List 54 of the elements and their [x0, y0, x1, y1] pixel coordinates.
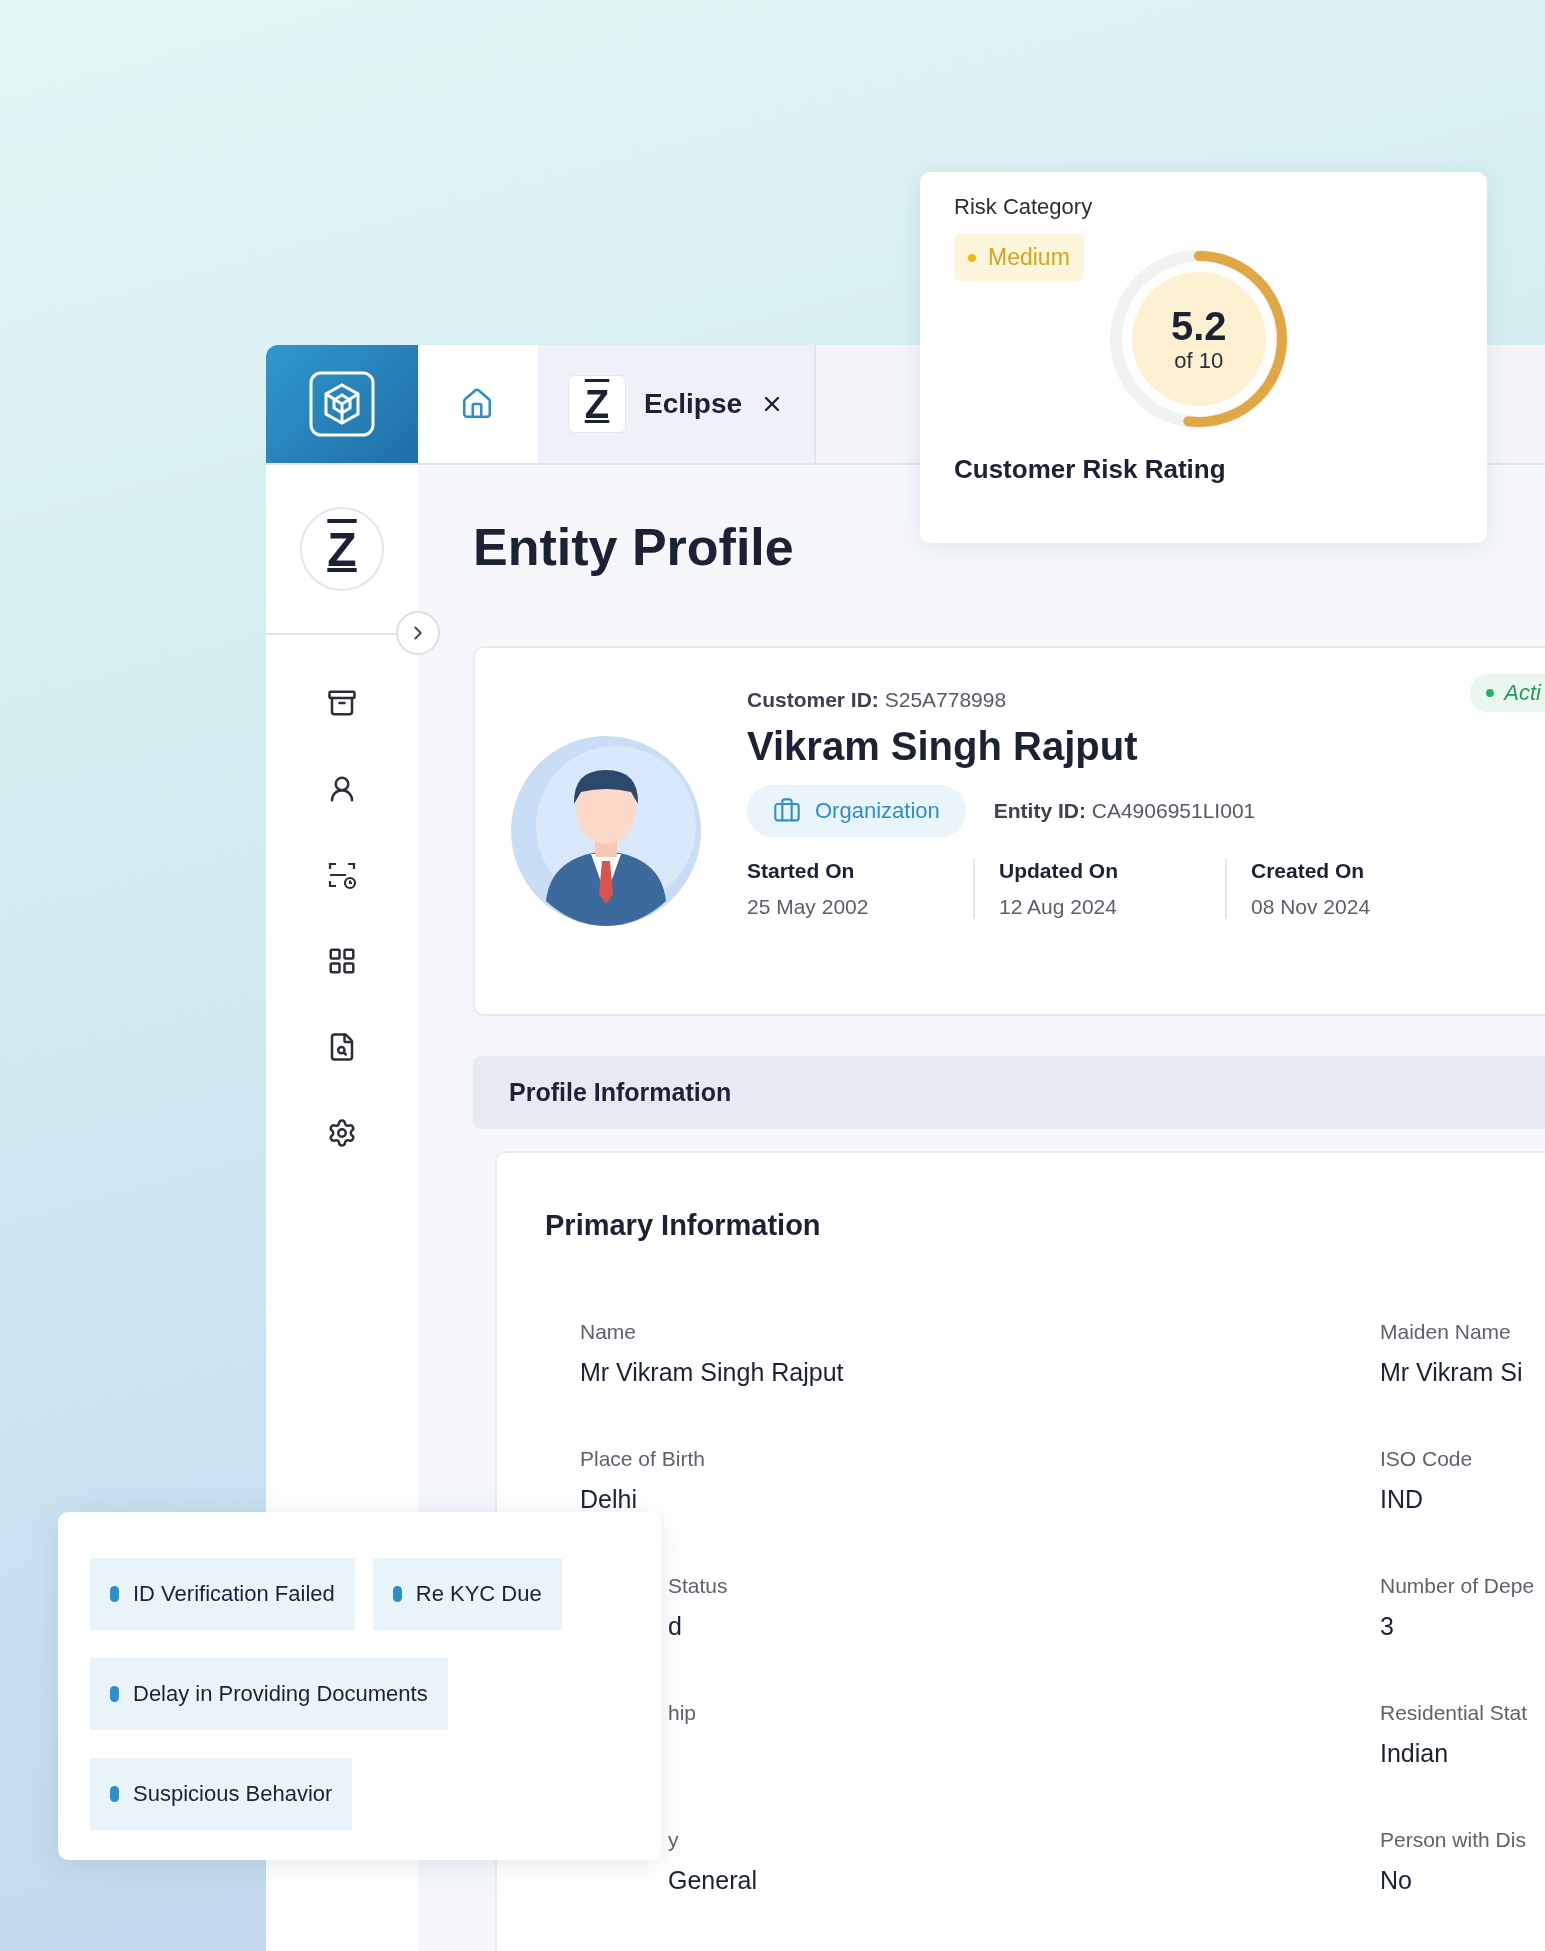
field-label: y [668, 1828, 679, 1852]
field-label: Place of Birth [580, 1447, 705, 1471]
app-logo-tile[interactable] [266, 345, 418, 463]
entity-logo: Z [300, 507, 384, 591]
customer-name: Vikram Singh Rajput [747, 724, 1139, 769]
field-label: Maiden Name [1380, 1320, 1511, 1344]
status-text: Acti [1504, 680, 1541, 706]
field-label: ISO Code [1380, 1447, 1473, 1471]
date-value: 25 May 2002 [747, 895, 870, 919]
field-value: Mr Vikram Singh Rajput [580, 1358, 844, 1387]
field-value: Mr Vikram Si [1380, 1358, 1523, 1387]
tag-marker-icon [110, 1586, 119, 1602]
field-label: Name [580, 1320, 637, 1344]
hexagon-logo-icon [309, 371, 375, 437]
field-value: No [1380, 1866, 1412, 1895]
entity-type: Organization [815, 798, 940, 824]
section-header: Profile Information [473, 1056, 1545, 1129]
tab-label: Eclipse [644, 388, 743, 420]
entity-logo: Z [568, 375, 626, 433]
alert-text: Re KYC Due [415, 1581, 542, 1607]
alert-text: Delay in Providing Documents [133, 1681, 428, 1707]
field-value: d [668, 1612, 682, 1641]
entity-id: Entity ID: CA4906951LI001 [993, 799, 1256, 823]
tag-marker-icon [392, 1586, 402, 1602]
settings-icon[interactable] [326, 1117, 358, 1149]
field-label: Residential Stat [1380, 1701, 1528, 1725]
date-label: Created On [1251, 859, 1366, 883]
tag-marker-icon [110, 1686, 119, 1702]
field-label: Person with Dis [1380, 1828, 1526, 1852]
date-label: Started On [747, 859, 856, 883]
home-icon [460, 387, 494, 421]
field-value: IND [1380, 1485, 1424, 1514]
field-value: Delhi [580, 1485, 637, 1514]
date-label: Updated On [999, 859, 1119, 883]
risk-scale: of 10 [1174, 348, 1224, 374]
date-value: 08 Nov 2024 [1251, 895, 1372, 919]
alert-text: Suspicious Behavior [133, 1781, 333, 1807]
customer-id: Customer ID: S25A778998 [747, 688, 1008, 712]
field-value: General [668, 1866, 757, 1895]
section-title: Primary Information [545, 1209, 821, 1242]
field-value: 3 [1380, 1612, 1394, 1641]
field-label: Status [668, 1574, 728, 1598]
entity-tab[interactable]: Z Eclipse [538, 345, 817, 463]
field-label: hip [668, 1701, 697, 1725]
risk-category-badge: Medium [954, 234, 1084, 281]
alert-text: ID Verification Failed [133, 1581, 335, 1607]
risk-score: 5.2 [1171, 304, 1227, 348]
risk-caption: Customer Risk Rating [954, 454, 1226, 485]
page-title: Entity Profile [473, 517, 794, 578]
tag-marker-icon [110, 1786, 119, 1802]
field-label: Number of Depe [1380, 1574, 1535, 1598]
risk-title: Risk Category [954, 194, 1093, 220]
date-value: 12 Aug 2024 [999, 895, 1118, 919]
field-value: Indian [1380, 1739, 1449, 1768]
